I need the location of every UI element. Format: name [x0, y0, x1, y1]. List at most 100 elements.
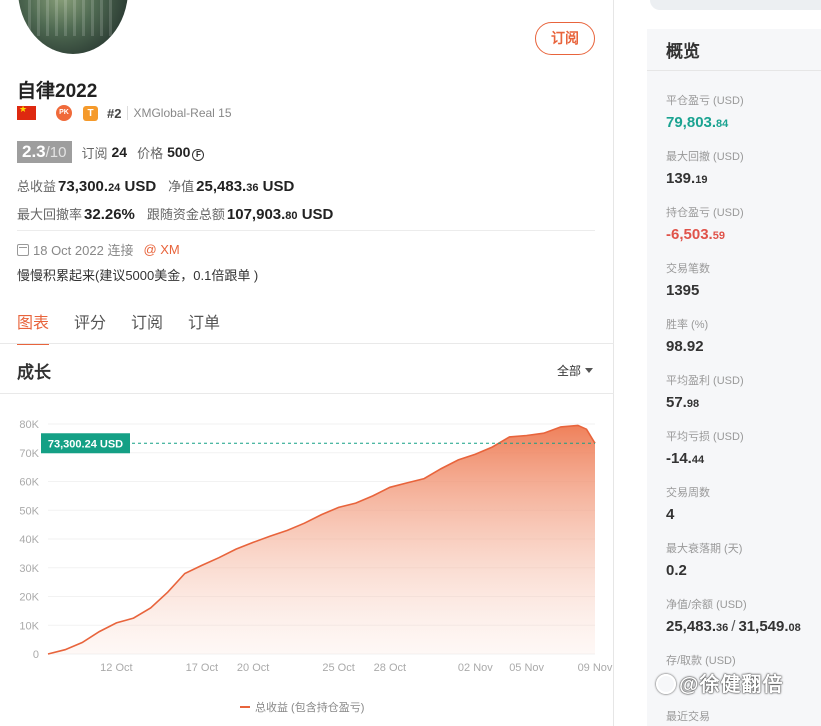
broker-account: XMGlobal-Real 15 [127, 106, 232, 120]
x-tick-label: 17 Oct [186, 662, 218, 674]
rank-label: #2 [107, 105, 122, 121]
metric-label: 存/取款 (USD) [666, 655, 736, 667]
y-tick-label: 20K [19, 592, 39, 604]
follow-funds-label: 跟随资金总额 [146, 207, 225, 222]
tab-chart[interactable]: 图表 [17, 309, 50, 345]
x-tick-label: 09 Nov [578, 662, 613, 674]
overview-metric: 最大回撤 (USD) 139.19 [666, 148, 744, 187]
chart-legend[interactable]: 总收益 (包含持仓盈亏) [240, 699, 364, 715]
equity-value: 25,483.36 USD [196, 178, 295, 195]
price-value: 500 F [167, 144, 205, 161]
tabs-divider [0, 343, 614, 344]
subscribe-button[interactable]: 订阅 [535, 22, 595, 55]
overview-title: 概览 [666, 42, 700, 61]
x-tick-label: 28 Oct [374, 662, 406, 674]
tab-orders[interactable]: 订单 [188, 309, 220, 345]
trader-name: 自律2022 [17, 81, 98, 102]
y-tick-label: 60K [19, 477, 39, 489]
trader-profile-panel: 订阅 自律2022 PK T #2 XMGlobal-Real 15 2.3/1… [0, 0, 614, 726]
profit-row: 总收益 73,300.24 USD 净值 25,483.36 USD [17, 176, 294, 195]
divider [17, 230, 595, 231]
max-drawdown-label: 最大回撤率 [17, 207, 83, 222]
overview-metric: 平均盈利 (USD) 57.98 [666, 372, 744, 411]
follow-funds-value: 107,903.80 USD [226, 206, 334, 223]
metric-value: -6,503.59 [666, 226, 725, 243]
overview-metric: 交易笔数 1395 [666, 260, 710, 299]
overview-metric: 胜率 (%) 98.92 [666, 316, 708, 355]
overview-panel: 概览 平仓盈亏 (USD) 79,803.84 最大回撤 (USD) 139.19 持仓… [647, 29, 821, 726]
y-tick-label: 50K [19, 505, 39, 517]
strategy-description: 慢慢积累起来(建议5000美金，0.1倍跟单 ) [17, 268, 259, 283]
overview-divider [647, 70, 821, 71]
metric-label: 净值/余额 (USD) [666, 599, 747, 611]
metric-label: 最大回撤 (USD) [666, 151, 744, 163]
metric-value: 79,803.84 [666, 114, 729, 131]
metric-label: 平均亏损 (USD) [666, 431, 744, 443]
metric-value: 98.92 [666, 338, 704, 355]
overview-metric: 最大衰落期 (天) 0.2 [666, 540, 742, 579]
metric-value: 4 [666, 506, 675, 523]
price-label: 价格 [137, 145, 164, 161]
calendar-icon [17, 243, 29, 256]
tier-badge-icon: T [83, 105, 98, 121]
growth-chart: 0 10K 20K 30K 40K 50K 60K 70K 80K 12 Oct 17 Oct 20 … [0, 400, 614, 726]
total-profit-value: 73,300.24 USD [58, 178, 157, 195]
overview-metric: 净值/余额 (USD) 25,483.36/31,549.08 [666, 596, 801, 635]
y-tick-label: 40K [19, 534, 39, 546]
y-tick-label: 10K [19, 620, 39, 632]
metric-label: 交易周数 [666, 487, 710, 499]
score-badge: 2.3/10 [17, 141, 72, 163]
y-tick-label: 70K [19, 448, 39, 460]
y-tick-label: 0 [33, 649, 39, 661]
max-drawdown-value: 32.26% [84, 206, 135, 223]
metric-value: 25,483.36/31,549.08 [666, 618, 801, 635]
x-tick-label: 12 Oct [100, 662, 132, 674]
china-flag-icon [17, 104, 36, 120]
drawdown-row: 最大回撤率 32.26% 跟随资金总额 107,903.80 USD [17, 204, 333, 223]
equity-label: 净值 [168, 179, 195, 194]
overview-metric: 最近交易 [666, 708, 710, 724]
y-tick-label: 80K [19, 419, 39, 431]
subs-value: 24 [111, 144, 128, 160]
overview-metric: 持仓盈亏 (USD) -6,503.59 [666, 204, 744, 243]
metric-label: 最近交易 [666, 711, 710, 723]
tab-subscription[interactable]: 订阅 [131, 309, 163, 345]
range-dropdown[interactable]: 全部 [557, 362, 594, 379]
join-date: 18 Oct 2022 连接 [33, 243, 134, 258]
x-tick-label: 05 Nov [509, 662, 544, 674]
chart-header-divider [0, 393, 614, 394]
broker-link[interactable]: @ XM [143, 242, 179, 257]
metric-label: 平均盈利 (USD) [666, 375, 744, 387]
profile-tabs: 图表 评分 订阅 订单 [17, 309, 220, 345]
pk-fire-icon[interactable]: PK [56, 105, 72, 121]
metric-value: 139.19 [666, 170, 708, 187]
tab-rating[interactable]: 评分 [74, 309, 106, 345]
chevron-down-icon [585, 368, 594, 373]
x-tick-label: 25 Oct [322, 662, 354, 674]
overview-metric: 交易周数 4 [666, 484, 710, 523]
trader-badges: PK T #2 XMGlobal-Real 15 [17, 104, 232, 122]
overview-metric: 平均亏损 (USD) -14.44 [666, 428, 744, 467]
metric-label: 最大衰落期 (天) [666, 543, 743, 555]
overview-metric: 平仓盈亏 (USD) 79,803.84 [666, 92, 744, 131]
metric-label: 持仓盈亏 (USD) [666, 207, 744, 219]
y-tick-label: 30K [19, 563, 39, 575]
metric-label: 平仓盈亏 (USD) [666, 95, 744, 107]
legend-label: 总收益 (包含持仓盈亏) [255, 702, 365, 714]
metric-value: 0.2 [666, 562, 687, 579]
legend-swatch [240, 706, 250, 708]
metric-label: 交易笔数 [666, 263, 710, 275]
search-bar-fragment[interactable] [650, 0, 821, 10]
metric-value: -14.44 [666, 450, 705, 467]
total-profit-label: 总收益 [17, 179, 57, 194]
watermark: @徐健翻倍 [656, 668, 784, 697]
watermark-logo-icon [656, 674, 676, 694]
join-info: 18 Oct 2022 连接 @ XM [17, 240, 180, 259]
coin-icon: F [192, 148, 205, 161]
x-tick-label: 02 Nov [458, 662, 493, 674]
metric-label: 胜率 (%) [666, 319, 709, 331]
trader-avatar[interactable] [18, 0, 128, 54]
metric-value: 57.98 [666, 394, 700, 411]
subs-label: 订阅 [81, 145, 108, 161]
metric-value: 1395 [666, 282, 700, 299]
